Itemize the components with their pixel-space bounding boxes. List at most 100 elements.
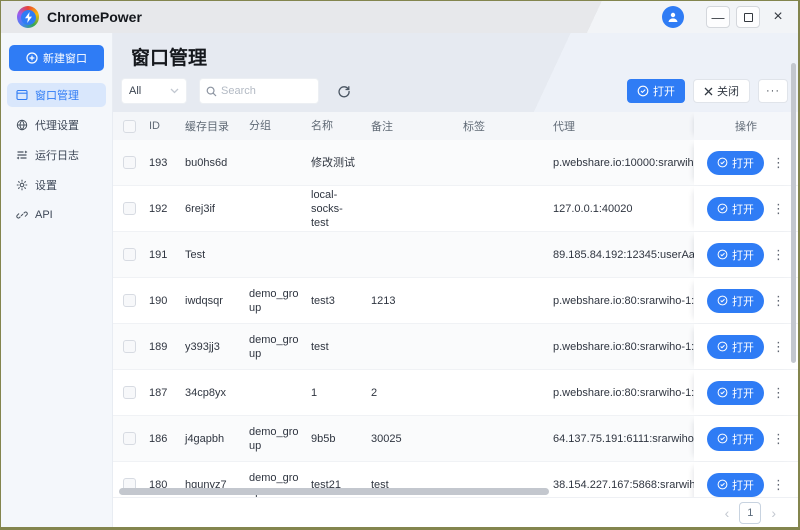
column-header: 操作 xyxy=(694,112,798,140)
row-group: demo_group xyxy=(243,287,305,315)
row-open-label: 打开 xyxy=(732,201,754,217)
sidebar-item-settings[interactable]: 设置 xyxy=(7,173,106,197)
sidebar-item-window-management[interactable]: 窗口管理 xyxy=(7,83,106,107)
open-circle-icon xyxy=(717,203,728,214)
row-id: 193 xyxy=(143,157,179,169)
main-content: 窗口管理 All xyxy=(113,33,798,527)
close-selected-button[interactable]: 关闭 xyxy=(693,79,750,103)
row-remark: 30025 xyxy=(365,433,457,445)
row-checkbox[interactable] xyxy=(123,294,136,307)
sidebar-item-proxy-settings[interactable]: 代理设置 xyxy=(7,113,106,137)
row-name: test xyxy=(305,340,365,354)
row-checkbox[interactable] xyxy=(123,156,136,169)
row-more-icon[interactable]: ⋮ xyxy=(772,386,785,399)
gear-icon xyxy=(16,179,28,191)
table-row: 190 iwdqsqr demo_group test3 1213 p.webs… xyxy=(113,278,798,324)
column-header: 代理 xyxy=(547,118,694,134)
row-checkbox[interactable] xyxy=(123,248,136,261)
column-header: 标签 xyxy=(457,118,547,134)
row-checkbox[interactable] xyxy=(123,340,136,353)
row-open-button[interactable]: 打开 xyxy=(707,473,764,497)
open-selected-button[interactable]: 打开 xyxy=(627,79,685,103)
app-window: ChromePower — × 新建窗口 窗口管理 xyxy=(1,1,798,527)
row-open-button[interactable]: 打开 xyxy=(707,151,764,175)
row-more-icon[interactable]: ⋮ xyxy=(772,478,785,491)
sidebar-item-run-logs[interactable]: 运行日志 xyxy=(7,143,106,167)
row-open-label: 打开 xyxy=(732,385,754,401)
row-open-label: 打开 xyxy=(732,431,754,447)
horizontal-scrollbar[interactable] xyxy=(119,488,549,495)
row-id: 190 xyxy=(143,295,179,307)
new-window-button[interactable]: 新建窗口 xyxy=(9,45,104,71)
row-cache-dir: 6rej3if xyxy=(179,203,243,215)
row-cache-dir: bu0hs6d xyxy=(179,157,243,169)
row-cache-dir: iwdqsqr xyxy=(179,295,243,307)
row-id: 191 xyxy=(143,249,179,261)
row-open-label: 打开 xyxy=(732,247,754,263)
row-more-icon[interactable]: ⋮ xyxy=(772,156,785,169)
current-page-button[interactable]: 1 xyxy=(739,502,761,524)
row-more-icon[interactable]: ⋮ xyxy=(772,432,785,445)
open-circle-icon xyxy=(717,249,728,260)
row-more-icon[interactable]: ⋮ xyxy=(772,340,785,353)
row-cache-dir: 34cp8yx xyxy=(179,387,243,399)
search-input[interactable] xyxy=(221,85,306,97)
row-more-icon[interactable]: ⋮ xyxy=(772,248,785,261)
row-proxy: p.webshare.io:10000:srarwiho-1:atonu xyxy=(547,157,694,169)
row-open-button[interactable]: 打开 xyxy=(707,197,764,221)
x-icon xyxy=(704,87,713,96)
row-checkbox[interactable] xyxy=(123,432,136,445)
row-more-icon[interactable]: ⋮ xyxy=(772,202,785,215)
maximize-icon xyxy=(744,13,753,22)
row-more-icon[interactable]: ⋮ xyxy=(772,294,785,307)
minimize-button[interactable]: — xyxy=(706,6,730,28)
sidebar-item-label: 代理设置 xyxy=(35,117,79,133)
row-open-button[interactable]: 打开 xyxy=(707,243,764,267)
log-list-icon xyxy=(16,149,28,161)
row-proxy: 127.0.0.1:40020 xyxy=(547,203,694,215)
row-proxy: 89.185.84.192:12345:userAazd312:pa xyxy=(547,249,694,261)
row-open-button[interactable]: 打开 xyxy=(707,335,764,359)
row-open-label: 打开 xyxy=(732,339,754,355)
select-all-checkbox[interactable] xyxy=(123,120,136,133)
row-name: 9b5b xyxy=(305,432,365,446)
row-name: local-socks-test xyxy=(305,188,365,230)
open-circle-icon xyxy=(717,295,728,306)
row-open-label: 打开 xyxy=(732,155,754,171)
row-remark: 2 xyxy=(365,387,457,399)
vertical-scrollbar[interactable] xyxy=(791,63,796,363)
table-row: 193 bu0hs6d 修改测试 p.webshare.io:10000:sra… xyxy=(113,140,798,186)
row-checkbox[interactable] xyxy=(123,202,136,215)
row-cache-dir: y393jj3 xyxy=(179,341,243,353)
row-proxy: p.webshare.io:80:srarwiho-1:atonupx xyxy=(547,341,694,353)
windows-table: ID缓存目录分组名称备注标签代理操作 193 bu0hs6d 修改测试 p.we… xyxy=(113,112,798,497)
table-header: ID缓存目录分组名称备注标签代理操作 xyxy=(113,112,798,140)
user-avatar[interactable] xyxy=(662,6,684,28)
refresh-button[interactable] xyxy=(331,78,357,104)
sidebar-item-api[interactable]: API xyxy=(7,203,106,227)
row-open-button[interactable]: 打开 xyxy=(707,427,764,451)
close-button[interactable]: × xyxy=(766,6,790,28)
group-filter-select[interactable]: All xyxy=(121,78,187,104)
row-group: demo_group xyxy=(243,333,305,361)
table-header-cells: ID缓存目录分组名称备注标签代理操作 xyxy=(143,112,798,140)
prev-page-button[interactable]: ‹ xyxy=(725,505,730,521)
open-circle-icon xyxy=(717,479,728,490)
row-name: 1 xyxy=(305,386,365,400)
row-open-button[interactable]: 打开 xyxy=(707,381,764,405)
open-circle-icon xyxy=(717,341,728,352)
row-checkbox[interactable] xyxy=(123,386,136,399)
maximize-button[interactable] xyxy=(736,6,760,28)
row-cache-dir: Test xyxy=(179,249,243,261)
sidebar-item-label: 窗口管理 xyxy=(35,87,79,103)
row-open-button[interactable]: 打开 xyxy=(707,289,764,313)
table-body: 193 bu0hs6d 修改测试 p.webshare.io:10000:sra… xyxy=(113,140,798,497)
next-page-button[interactable]: › xyxy=(771,505,776,521)
row-remark: 1213 xyxy=(365,295,457,307)
row-id: 189 xyxy=(143,341,179,353)
app-title: ChromePower xyxy=(47,9,142,25)
row-open-label: 打开 xyxy=(732,293,754,309)
more-actions-button[interactable]: ··· xyxy=(758,79,788,103)
open-selected-label: 打开 xyxy=(653,83,675,99)
globe-icon xyxy=(16,119,28,131)
